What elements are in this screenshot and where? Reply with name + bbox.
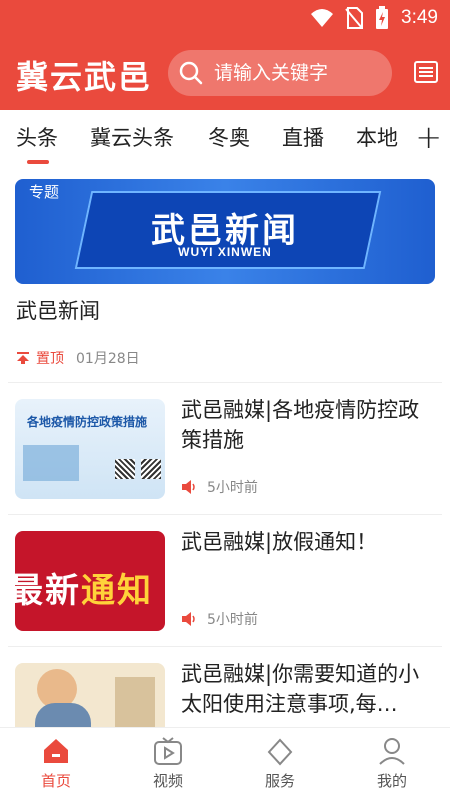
thumbnail-text: 各地疫情防控政策措施: [27, 415, 148, 429]
tab-local[interactable]: 本地: [356, 122, 398, 152]
add-channel-icon[interactable]: +: [415, 118, 442, 156]
nav-label: 服务: [264, 772, 295, 790]
nav-home[interactable]: 首页: [16, 736, 96, 791]
tab-winter-olympics[interactable]: 冬奥: [208, 122, 250, 152]
wifi-icon: [311, 9, 334, 27]
thumbnail-graphic: [23, 445, 79, 481]
nav-service[interactable]: 服务: [240, 736, 320, 791]
tab-jiyun-headline[interactable]: 冀云头条: [90, 122, 174, 152]
tab-headline[interactable]: 头条: [16, 122, 58, 152]
battery-charging-icon: [376, 6, 389, 29]
pin-label: 置顶: [36, 351, 64, 367]
search-input[interactable]: [214, 62, 374, 84]
news-item[interactable]: 各地疫情防控政策措施 武邑融媒|各地疫情防控政策措施 5小时前: [0, 383, 450, 515]
service-icon: [267, 738, 293, 766]
tab-live[interactable]: 直播: [282, 122, 324, 152]
status-bar: 3:49: [0, 0, 450, 36]
qr-code-icon: [115, 459, 135, 479]
news-title: 武邑融媒|你需要知道的小太阳使用注意事项,每…: [181, 662, 420, 716]
profile-icon: [379, 738, 405, 765]
app-title: 冀云武邑: [16, 58, 153, 96]
nav-label: 我的: [376, 772, 407, 790]
pin-icon: [17, 352, 29, 364]
news-title: 武邑融媒|各地疫情防控政策措施: [181, 398, 420, 452]
news-meta: 5小时前: [181, 477, 258, 497]
speaker-icon: [182, 480, 195, 494]
app-header: 冀云武邑: [0, 36, 450, 110]
news-item[interactable]: 最新通知 武邑融媒|放假通知！ 5小时前: [0, 515, 450, 647]
clock: 3:49: [401, 7, 438, 28]
news-time: 5小时前: [207, 612, 258, 628]
channel-tabs: 头条 冀云头条 冬奥 直播 本地 +: [0, 110, 450, 166]
nav-label: 首页: [40, 772, 71, 790]
home-icon: [44, 739, 68, 763]
feature-title[interactable]: 武邑新闻: [16, 295, 100, 325]
no-sim-icon: [345, 7, 364, 29]
news-menu-icon[interactable]: [414, 60, 438, 84]
topic-tag: 专题: [29, 183, 60, 201]
bottom-navigation: 首页 视频 服务 我的: [0, 727, 450, 799]
nav-video[interactable]: 视频: [128, 736, 208, 791]
nav-profile[interactable]: 我的: [352, 736, 432, 791]
news-meta: 5小时前: [181, 609, 258, 629]
news-thumbnail: 各地疫情防控政策措施: [15, 399, 165, 499]
search-icon: [179, 61, 203, 85]
nav-label: 视频: [152, 772, 183, 790]
qr-code-icon: [141, 459, 161, 479]
feature-meta: 置顶 01月28日: [16, 348, 140, 368]
search-bar[interactable]: [168, 50, 392, 96]
tv-play-icon: [154, 737, 182, 765]
news-thumbnail: 最新通知: [15, 531, 165, 631]
feature-banner[interactable]: 专题 武邑新闻 WUYI XINWEN: [15, 179, 435, 284]
active-tab-indicator: [27, 160, 49, 164]
feature-date: 01月28日: [76, 351, 140, 367]
speaker-icon: [182, 612, 195, 626]
thumbnail-text: 最新通知: [15, 571, 153, 611]
banner-subtitle: WUYI XINWEN: [178, 245, 272, 259]
news-time: 5小时前: [207, 480, 258, 496]
news-title: 武邑融媒|放假通知！: [181, 530, 378, 554]
